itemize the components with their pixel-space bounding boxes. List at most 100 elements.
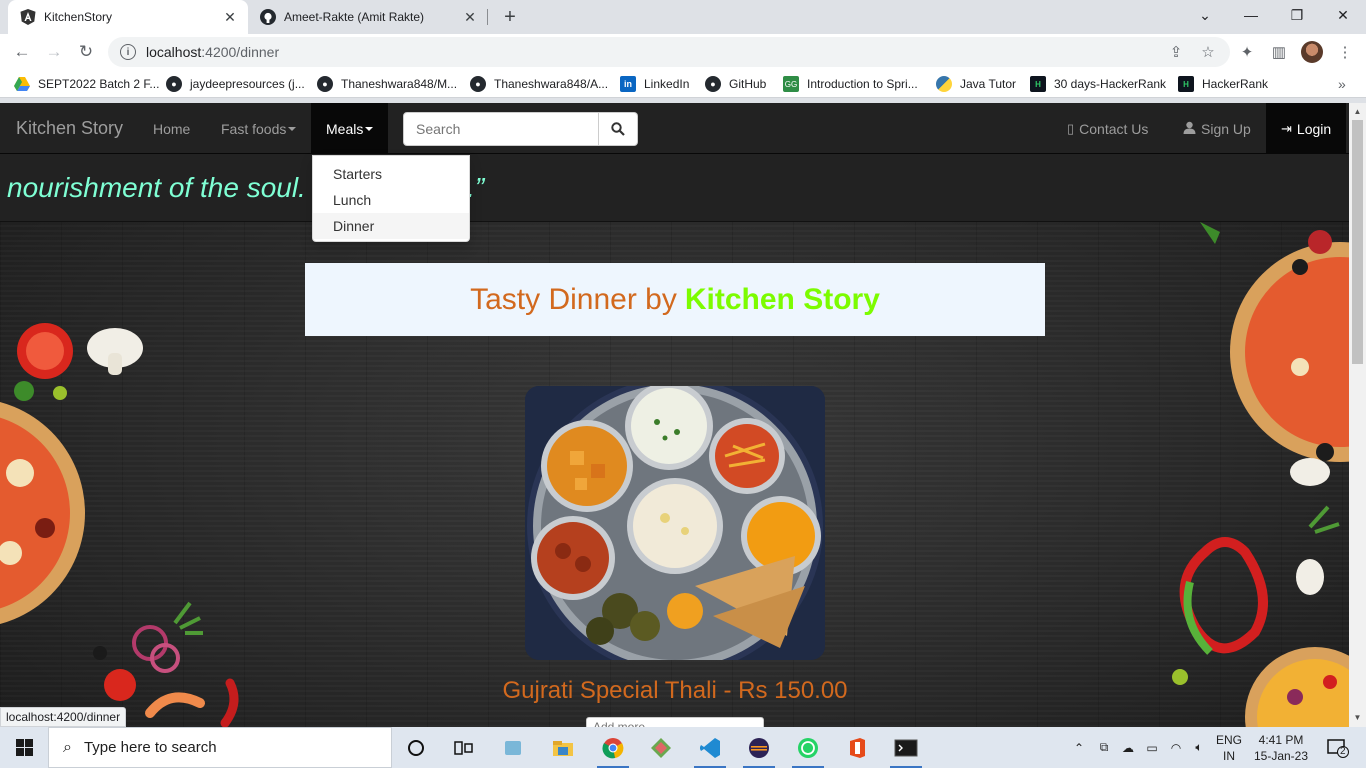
vscode-icon[interactable] bbox=[686, 727, 734, 768]
tab-search-icon[interactable]: ⌄ bbox=[1182, 0, 1228, 30]
meet-now-icon[interactable]: ⧉ bbox=[1094, 727, 1114, 768]
tab-separator bbox=[487, 9, 488, 25]
scroll-down-icon[interactable]: ▼ bbox=[1353, 713, 1362, 722]
github-icon: ● bbox=[470, 76, 486, 92]
search-button[interactable] bbox=[599, 112, 638, 146]
bookmark-item[interactable]: Java Tutor bbox=[936, 75, 1016, 93]
address-bar[interactable]: i localhost:4200/dinner bbox=[108, 37, 1230, 67]
bookmark-item[interactable]: ● jaydeepresources (j... bbox=[166, 75, 305, 93]
reload-icon[interactable]: ↻ bbox=[72, 38, 100, 66]
bookmark-item[interactable]: H 30 days-HackerRank bbox=[1030, 75, 1166, 93]
dish-title: Gujrati Special Thali - Rs 150.00 bbox=[502, 677, 848, 704]
bookmark-label: LinkedIn bbox=[644, 77, 690, 91]
whatsapp-icon[interactable] bbox=[784, 727, 832, 768]
bookmark-label: Thaneshwara848/A... bbox=[494, 77, 609, 91]
back-icon[interactable]: ← bbox=[8, 38, 36, 66]
close-tab-icon[interactable]: ✕ bbox=[462, 9, 478, 25]
clock[interactable]: 4:41 PM 15-Jan-23 bbox=[1250, 727, 1312, 768]
link-status-bubble: localhost:4200/dinner bbox=[0, 707, 127, 727]
nav-login-label: Login bbox=[1296, 120, 1332, 137]
food-decoration-left bbox=[0, 323, 239, 727]
page-scrollbar[interactable]: ▲ ▼ bbox=[1349, 103, 1366, 727]
browser-toolbar: ← → ↻ i localhost:4200/dinner ⇪ ☆ ✦ ▥ ⋮ bbox=[0, 34, 1366, 70]
restore-icon[interactable]: ❐ bbox=[1274, 0, 1320, 30]
github-icon: ● bbox=[317, 76, 333, 92]
widgets-icon[interactable] bbox=[489, 727, 537, 768]
bookmark-label: 30 days-HackerRank bbox=[1054, 77, 1167, 91]
cortana-icon[interactable] bbox=[392, 727, 440, 768]
site-info-icon[interactable]: i bbox=[120, 44, 136, 60]
windows-taskbar: ⌕ Type here to search ⌃ ⧉ ☁ ▭ ◠ 🔈︎ ENG I… bbox=[0, 727, 1366, 768]
search-input[interactable] bbox=[403, 112, 599, 146]
google-drive-icon bbox=[14, 76, 30, 92]
battery-icon[interactable]: ▭ bbox=[1141, 727, 1163, 768]
site-brand[interactable]: Kitchen Story bbox=[16, 118, 123, 139]
nav-signup-label: Sign Up bbox=[1201, 120, 1251, 137]
bookmark-item[interactable]: SEPT2022 Batch 2 F... bbox=[14, 75, 159, 93]
app-icon[interactable] bbox=[637, 727, 685, 768]
page-viewport: Kitchen Story Home Fast foods Meals ▯Con… bbox=[0, 103, 1349, 727]
profile-avatar[interactable] bbox=[1301, 41, 1323, 63]
tab-kitchenstory[interactable]: KitchenStory ✕ bbox=[8, 0, 248, 34]
bookmark-item[interactable]: ● Thaneshwara848/M... bbox=[317, 75, 457, 93]
nav-fast-foods[interactable]: Fast foods bbox=[206, 103, 311, 154]
taskbar-search[interactable]: ⌕ Type here to search bbox=[48, 727, 392, 768]
tab-github[interactable]: Ameet-Rakte (Amit Rakte) ✕ bbox=[248, 0, 488, 34]
site-navbar: Kitchen Story Home Fast foods Meals ▯Con… bbox=[0, 103, 1349, 154]
close-window-icon[interactable]: ✕ bbox=[1320, 0, 1366, 30]
bookmark-item[interactable]: in LinkedIn bbox=[620, 75, 689, 93]
menu-kebab-icon[interactable]: ⋮ bbox=[1334, 41, 1356, 63]
onedrive-icon[interactable]: ☁ bbox=[1117, 727, 1139, 768]
angular-icon bbox=[20, 9, 36, 25]
chrome-icon[interactable] bbox=[589, 727, 637, 768]
meals-item-starters[interactable]: Starters bbox=[313, 161, 469, 187]
close-tab-icon[interactable]: ✕ bbox=[222, 9, 238, 25]
hackerrank-icon: H bbox=[1030, 76, 1046, 92]
add-more-input[interactable] bbox=[586, 717, 764, 727]
language-indicator[interactable]: ENG IN bbox=[1212, 727, 1246, 768]
nav-signup[interactable]: Sign Up bbox=[1183, 103, 1251, 154]
bookmark-item[interactable]: ● GitHub bbox=[705, 75, 766, 93]
scroll-thumb[interactable] bbox=[1352, 120, 1363, 364]
bookmark-label: jaydeepresources (j... bbox=[190, 77, 305, 91]
nav-login[interactable]: ⇥ Login bbox=[1266, 103, 1347, 154]
forward-icon[interactable]: → bbox=[40, 38, 68, 66]
bookmark-item[interactable]: GG Introduction to Spri... bbox=[783, 75, 918, 93]
more-bookmarks-icon[interactable]: » bbox=[1338, 75, 1346, 93]
bookmark-label: SEPT2022 Batch 2 F... bbox=[38, 77, 160, 91]
meals-item-dinner[interactable]: Dinner bbox=[313, 213, 469, 239]
windows-start-icon[interactable] bbox=[0, 727, 48, 768]
heading-brand: Kitchen Story bbox=[684, 282, 880, 316]
language-code: ENG bbox=[1215, 732, 1242, 747]
scroll-up-icon[interactable]: ▲ bbox=[1353, 107, 1362, 116]
nav-fast-foods-label: Fast foods bbox=[221, 120, 287, 137]
tab-strip: KitchenStory ✕ Ameet-Rakte (Amit Rakte) … bbox=[0, 0, 1366, 34]
meals-item-lunch[interactable]: Lunch bbox=[313, 187, 469, 213]
tray-overflow-icon[interactable]: ⌃ bbox=[1069, 727, 1089, 768]
dish-image[interactable] bbox=[525, 386, 825, 660]
wifi-icon[interactable]: ◠ bbox=[1165, 727, 1187, 768]
clock-date: 15-Jan-23 bbox=[1253, 748, 1309, 763]
caret-down-icon bbox=[365, 126, 374, 131]
minimize-icon[interactable]: — bbox=[1228, 0, 1274, 30]
nav-contact-label: Contact Us bbox=[1079, 120, 1149, 137]
bookmark-star-icon[interactable]: ☆ bbox=[1198, 42, 1218, 62]
task-view-icon[interactable] bbox=[440, 727, 488, 768]
side-panel-icon[interactable]: ▥ bbox=[1268, 41, 1290, 63]
notifications-icon[interactable]: 2 bbox=[1318, 727, 1358, 768]
search-icon bbox=[611, 122, 625, 136]
office-icon[interactable] bbox=[833, 727, 881, 768]
nav-home[interactable]: Home bbox=[138, 103, 205, 154]
file-explorer-icon[interactable] bbox=[539, 727, 587, 768]
bookmark-item[interactable]: ● Thaneshwara848/A... bbox=[470, 75, 608, 93]
extensions-icon[interactable]: ✦ bbox=[1236, 41, 1258, 63]
volume-icon[interactable]: 🔈︎ bbox=[1188, 727, 1210, 768]
new-tab-icon[interactable]: + bbox=[498, 5, 522, 29]
taskbar-search-placeholder: Type here to search bbox=[83, 739, 217, 756]
share-icon[interactable]: ⇪ bbox=[1166, 42, 1186, 62]
nav-meals[interactable]: Meals bbox=[311, 103, 388, 154]
nav-contact[interactable]: ▯ Contact Us bbox=[1067, 103, 1148, 154]
terminal-icon[interactable] bbox=[882, 727, 930, 768]
bookmark-item[interactable]: H HackerRank bbox=[1178, 75, 1268, 93]
eclipse-icon[interactable] bbox=[735, 727, 783, 768]
